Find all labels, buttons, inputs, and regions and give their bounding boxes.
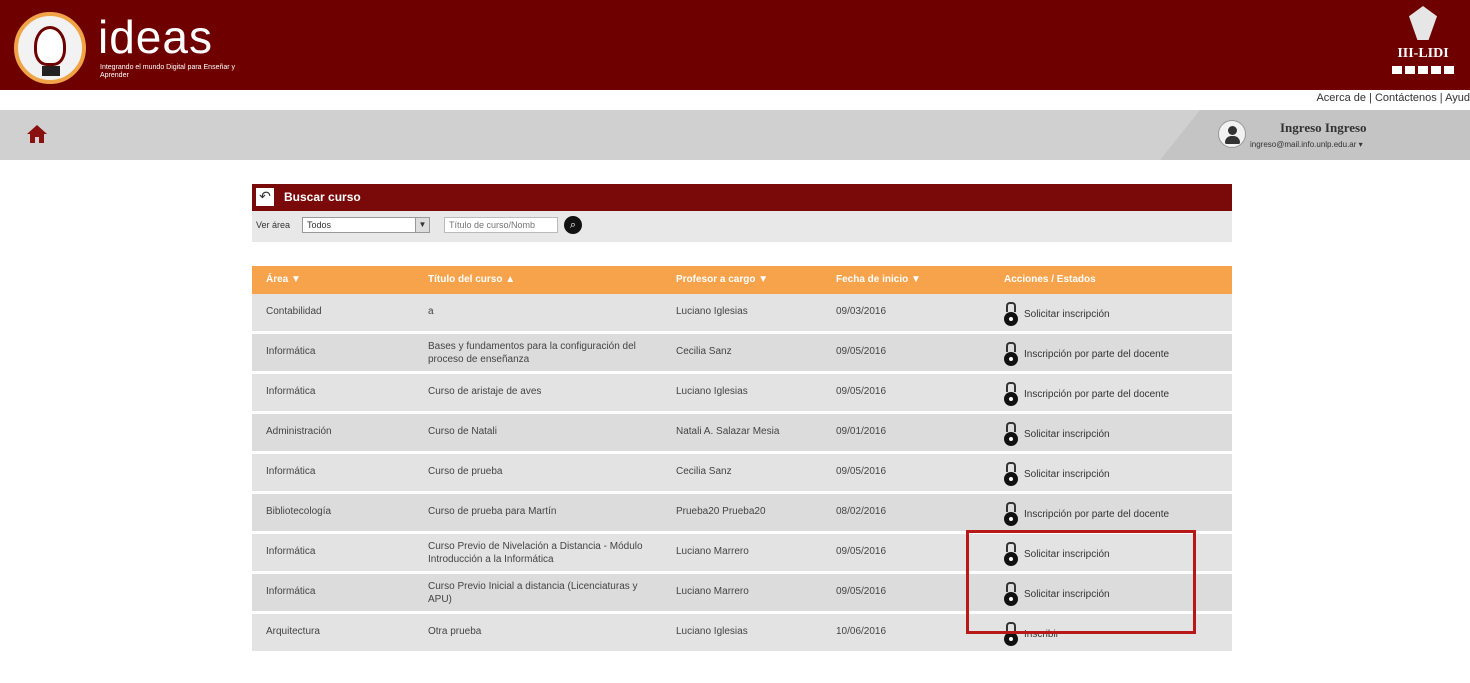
enroll-action[interactable]: Solicitar inscripción [1004,420,1110,448]
action-label: Inscripción por parte del docente [1024,388,1170,400]
feather-icon [1409,6,1437,40]
enroll-action[interactable]: Inscripción por parte del docente [1004,500,1169,528]
cell-area: Arquitectura [266,626,320,637]
user-avatar-icon [1218,120,1246,148]
cell-professor: Luciano Iglesias [676,306,748,317]
about-link[interactable]: Acerca de [1316,92,1366,104]
enroll-action[interactable]: Inscripción por parte del docente [1004,340,1169,368]
logo-subtitle: Integrando el mundo Digital para Enseñar… [100,64,236,79]
user-menu[interactable]: Ingreso Ingreso ingreso@mail.info.unlp.e… [1160,110,1470,160]
action-label: Solicitar inscripción [1024,308,1110,320]
cell-area: Informática [266,386,316,397]
cell-professor: Cecilia Sanz [676,466,732,477]
contact-link[interactable]: Contáctenos [1375,92,1437,104]
cell-date: 09/05/2016 [836,586,887,597]
cell-title: a [428,306,434,317]
cell-date: 09/03/2016 [836,306,887,317]
action-label: Inscripción por parte del docente [1024,348,1170,360]
partner-text: III-LIDI [1397,46,1449,61]
cell-area: Informática [266,346,316,357]
cell-date: 09/05/2016 [836,386,887,397]
lock-icon [1004,302,1018,326]
help-link[interactable]: Ayud [1445,92,1470,104]
enroll-action[interactable]: Solicitar inscripción [1004,460,1110,488]
header-actions: Acciones / Estados [1004,274,1096,285]
search-header: ↶ Buscar curso [252,184,1232,211]
cell-professor: Luciano Marrero [676,546,749,557]
home-icon[interactable] [26,124,48,144]
cell-date: 08/02/2016 [836,506,887,517]
app-header: ideas Integrando el mundo Digital para E… [0,0,1470,90]
cell-date: 09/01/2016 [836,426,887,437]
cell-professor: Luciano Marrero [676,586,749,597]
cell-professor: Cecilia Sanz [676,346,732,357]
cell-title: Curso de prueba [428,466,503,477]
table-row: Informática Curso de aristaje de aves Luci… [252,374,1232,414]
highlight-box [966,530,1196,634]
cell-area: Informática [266,466,316,477]
cell-date: 09/05/2016 [836,346,887,357]
cell-professor: Natali A. Salazar Mesia [676,426,780,437]
cell-title: Curso Previo Inicial a distancia (Licenc… [428,581,638,605]
table-row: Informática Bases y fundamentos para la c… [252,334,1232,374]
search-title: Buscar curso [284,190,361,204]
chevron-down-icon: ▼ [415,218,429,232]
cell-professor: Luciano Iglesias [676,386,748,397]
table-row: Administración Curso de Natali Natali A. S… [252,414,1232,454]
cell-title: Bases y fundamentos para la configuració… [428,341,636,365]
cell-area: Informática [266,586,316,597]
cell-professor: Prueba20 Prueba20 [676,506,766,517]
table-row: Informática Curso de prueba Cecilia Sanz 09… [252,454,1232,494]
action-label: Solicitar inscripción [1024,428,1110,440]
ideas-logo[interactable]: ideas Integrando el mundo Digital para E… [10,6,250,86]
lightbulb-icon [14,12,86,84]
cell-title: Curso de prueba para Martín [428,506,557,517]
cell-title: Otra prueba [428,626,482,637]
enroll-action[interactable]: Solicitar inscripción [1004,300,1110,328]
logo-text: ideas [98,11,213,63]
action-label: Inscripción por parte del docente [1024,508,1170,520]
lock-icon [1004,342,1018,366]
table-row: Bibliotecología Curso de prueba para Mart… [252,494,1232,534]
top-links: Acerca de | Contáctenos | Ayud [1316,92,1470,104]
nav-bar: Ingreso Ingreso ingreso@mail.info.unlp.e… [0,110,1470,160]
header-professor[interactable]: Profesor a cargo ▼ [676,274,768,285]
table-header: Área ▼ Título del curso ▲ Profesor a car… [252,266,1232,294]
header-title[interactable]: Título del curso ▲ [428,274,515,285]
lock-icon [1004,462,1018,486]
lock-icon [1004,382,1018,406]
cell-title: Curso Previo de Nivelación a Distancia -… [428,541,643,565]
enroll-action[interactable]: Inscripción por parte del docente [1004,380,1169,408]
cell-area: Bibliotecología [266,506,332,517]
area-select[interactable]: Todos ▼ [302,217,430,233]
search-panel: ↶ Buscar curso Ver área Todos ▼ ⌕ [252,184,1232,242]
user-email[interactable]: ingreso@mail.info.unlp.edu.ar ▾ [1250,140,1363,149]
cell-title: Curso de aristaje de aves [428,386,542,397]
header-area[interactable]: Área ▼ [266,274,301,285]
cell-date: 09/05/2016 [836,466,887,477]
area-label: Ver área [256,220,291,230]
search-icon[interactable]: ⌕ [564,216,582,234]
search-input[interactable] [444,217,558,233]
user-name: Ingreso Ingreso [1280,120,1367,135]
cell-title: Curso de Natali [428,426,497,437]
lidi-logo: III-LIDI [1388,6,1458,86]
cell-area: Administración [266,426,332,437]
cell-date: 10/06/2016 [836,626,887,637]
header-date[interactable]: Fecha de inicio ▼ [836,274,921,285]
lock-icon [1004,502,1018,526]
cell-area: Informática [266,546,316,557]
area-selected-value: Todos [307,220,332,230]
action-label: Solicitar inscripción [1024,468,1110,480]
cell-date: 09/05/2016 [836,546,887,557]
lock-icon [1004,422,1018,446]
cell-professor: Luciano Iglesias [676,626,748,637]
table-row: Contabilidad a Luciano Iglesias 09/03/2016 S… [252,294,1232,334]
cell-area: Contabilidad [266,306,322,317]
back-icon[interactable]: ↶ [256,188,274,206]
